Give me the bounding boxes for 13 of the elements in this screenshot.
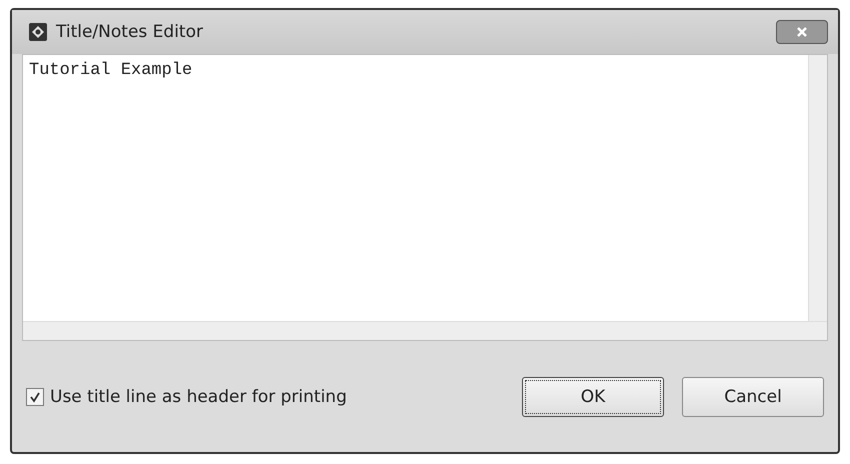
close-button[interactable]	[776, 20, 828, 44]
horizontal-scrollbar[interactable]	[23, 321, 827, 340]
checkbox[interactable]	[26, 388, 44, 406]
editor-text: Tutorial Example	[28, 60, 194, 82]
text-editor[interactable]: Tutorial Example	[22, 54, 828, 341]
ok-button[interactable]: OK	[522, 376, 664, 416]
cancel-button[interactable]: Cancel	[682, 376, 824, 416]
window-title: Title/Notes Editor	[56, 22, 204, 42]
vertical-scrollbar[interactable]	[808, 55, 827, 321]
app-icon	[28, 22, 48, 42]
checkbox-label: Use title line as header for printing	[50, 386, 347, 406]
check-icon	[29, 390, 41, 402]
close-icon	[796, 26, 808, 38]
